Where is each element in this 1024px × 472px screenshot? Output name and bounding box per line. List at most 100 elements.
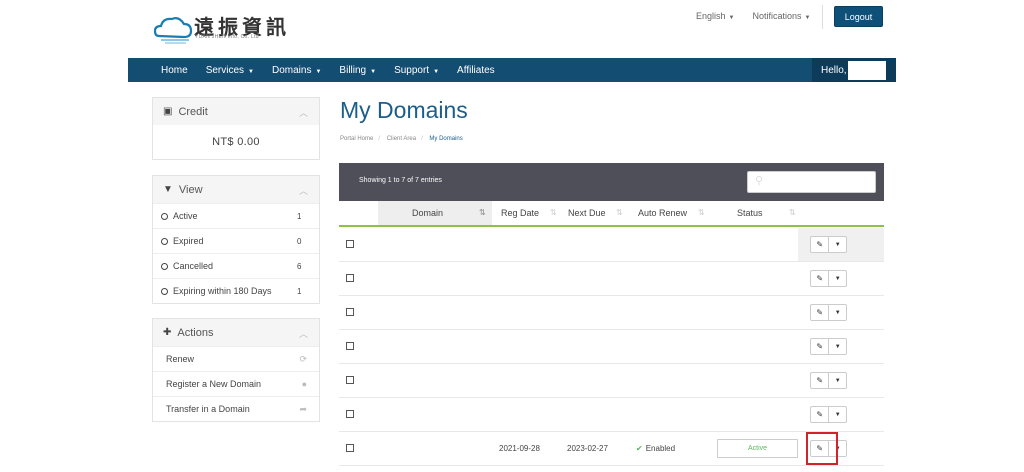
nav-affiliates[interactable]: Affiliates: [448, 65, 504, 76]
wrench-icon[interactable]: ✎: [811, 271, 830, 286]
globe-icon: ●: [301, 379, 307, 389]
credit-panel: ▣ Credit ︿ NT$ 0.00: [152, 97, 320, 160]
table-row: ✎ ▼: [339, 296, 884, 330]
row-checkbox[interactable]: [346, 410, 354, 418]
sort-icon[interactable]: ⇅: [789, 208, 796, 217]
auto-renew-cell: ✔ Enabled: [636, 444, 676, 453]
circle-icon: [161, 287, 168, 295]
caret-down-icon[interactable]: ▼: [829, 271, 846, 286]
table-row: ✎ ▼: [339, 228, 884, 262]
col-reg-date[interactable]: Reg Date: [501, 208, 539, 218]
actions-panel-header[interactable]: ✚ Actions ︿: [153, 319, 319, 346]
view-panel: ▼ View ︿ Active 1 Expired 0 Cancelled 6 Exp…: [152, 175, 320, 304]
row-tools-button[interactable]: ✎ ▼: [810, 338, 847, 355]
share-arrow-icon: ➦: [299, 403, 307, 414]
nav-services[interactable]: Services ▼: [197, 65, 263, 76]
circle-icon: [161, 262, 168, 270]
nav-billing[interactable]: Billing ▼: [330, 65, 385, 76]
col-status[interactable]: Status: [737, 208, 763, 218]
breadcrumb: Portal Home / Client Area / My Domains: [340, 136, 463, 142]
sort-icon[interactable]: ⇅: [616, 208, 623, 217]
row-tools-button[interactable]: ✎ ▼: [810, 270, 847, 287]
row-tools-button[interactable]: ✎ ▼: [810, 304, 847, 321]
caret-down-icon[interactable]: ▼: [829, 407, 846, 422]
search-icon: ⚲: [755, 175, 764, 187]
username-redacted: [847, 60, 886, 80]
caret-down-icon: ▼: [728, 15, 735, 21]
entries-info: Showing 1 to 7 of 7 entries: [359, 177, 442, 184]
col-auto-renew[interactable]: Auto Renew: [638, 208, 687, 218]
caret-down-icon[interactable]: ▼: [829, 339, 846, 354]
breadcrumb-portal-home[interactable]: Portal Home: [340, 136, 373, 142]
chevron-up-icon[interactable]: ︿: [299, 106, 308, 119]
next-due-cell: 2023-02-27: [567, 444, 608, 453]
nav-domains[interactable]: Domains ▼: [263, 65, 330, 76]
page-title: My Domains: [340, 97, 468, 123]
row-tools-button[interactable]: ✎ ▼: [810, 372, 847, 389]
action-transfer-domain[interactable]: Transfer in a Domain ➦: [153, 396, 319, 421]
view-panel-header[interactable]: ▼ View ︿: [153, 176, 319, 203]
notifications-dropdown[interactable]: Notifications ▼: [752, 11, 810, 21]
caret-down-icon[interactable]: ▼: [829, 305, 846, 320]
action-renew[interactable]: Renew ⟳: [153, 346, 319, 371]
filter-icon: ▼: [163, 184, 173, 195]
caret-down-icon: ▼: [804, 15, 811, 21]
row-checkbox[interactable]: [346, 274, 354, 282]
row-tools-button[interactable]: ✎ ▼: [810, 406, 847, 423]
top-links: English ▼ Notifications ▼: [696, 11, 810, 21]
chevron-up-icon[interactable]: ︿: [299, 184, 308, 197]
caret-down-icon: ▼: [315, 68, 322, 75]
row-checkbox[interactable]: [346, 240, 354, 248]
view-filter-expiring[interactable]: Expiring within 180 Days 1: [153, 278, 319, 303]
row-checkbox[interactable]: [346, 444, 354, 452]
nav-home[interactable]: Home: [128, 65, 197, 76]
user-greeting[interactable]: Hello,: [812, 58, 896, 82]
divider: [822, 5, 823, 29]
caret-down-icon: ▼: [370, 68, 377, 75]
row-checkbox[interactable]: [346, 376, 354, 384]
view-filter-active[interactable]: Active 1: [153, 203, 319, 228]
action-register-domain[interactable]: Register a New Domain ●: [153, 371, 319, 396]
breadcrumb-client-area[interactable]: Client Area: [387, 136, 416, 142]
wrench-icon[interactable]: ✎: [811, 237, 830, 252]
nav-support[interactable]: Support ▼: [385, 65, 448, 76]
row-tools-button[interactable]: ✎ ▼: [810, 236, 847, 253]
actions-panel: ✚ Actions ︿ Renew ⟳ Register a New Domain…: [152, 318, 320, 422]
wrench-icon[interactable]: ✎: [811, 305, 830, 320]
row-checkbox[interactable]: [346, 342, 354, 350]
check-icon: ✔: [636, 444, 643, 453]
credit-panel-header[interactable]: ▣ Credit ︿: [153, 98, 319, 125]
money-icon: ▣: [163, 106, 173, 117]
language-dropdown[interactable]: English ▼: [696, 11, 734, 21]
plus-icon: ✚: [163, 327, 172, 338]
wrench-icon[interactable]: ✎: [811, 407, 830, 422]
highlight-box: [806, 432, 838, 465]
wrench-icon[interactable]: ✎: [811, 339, 830, 354]
caret-down-icon[interactable]: ▼: [829, 237, 846, 252]
table-row: 2021-09-28 2023-02-27 ✔ Enabled Active ✎ ▼: [339, 432, 884, 466]
sort-asc-icon[interactable]: ⇅: [479, 208, 486, 217]
view-filter-cancelled[interactable]: Cancelled 6: [153, 253, 319, 278]
sort-icon[interactable]: ⇅: [698, 208, 705, 217]
caret-down-icon: ▼: [248, 68, 254, 75]
caret-down-icon: ▼: [433, 68, 440, 75]
table-row: ✎ ▼: [339, 364, 884, 398]
table-toolbar: Showing 1 to 7 of 7 entries ⚲: [339, 163, 884, 201]
logout-button[interactable]: Logout: [834, 6, 883, 27]
breadcrumb-current: My Domains: [429, 136, 463, 142]
table-header: Domain ⇅ Reg Date ⇅ Next Due ⇅ Auto Rene…: [339, 201, 884, 227]
table-row: ✎ ▼: [339, 398, 884, 432]
status-badge: Active: [717, 439, 798, 458]
view-filter-expired[interactable]: Expired 0: [153, 228, 319, 253]
circle-icon: [161, 212, 168, 220]
wrench-icon[interactable]: ✎: [811, 373, 830, 388]
chevron-up-icon[interactable]: ︿: [299, 327, 308, 340]
circle-icon: [161, 237, 168, 245]
col-next-due[interactable]: Next Due: [568, 208, 606, 218]
table-row: ✎ ▼: [339, 262, 884, 296]
caret-down-icon[interactable]: ▼: [829, 373, 846, 388]
sort-icon[interactable]: ⇅: [550, 208, 557, 217]
table-search-input[interactable]: ⚲: [747, 171, 876, 193]
row-checkbox[interactable]: [346, 308, 354, 316]
col-domain[interactable]: Domain: [412, 208, 443, 218]
